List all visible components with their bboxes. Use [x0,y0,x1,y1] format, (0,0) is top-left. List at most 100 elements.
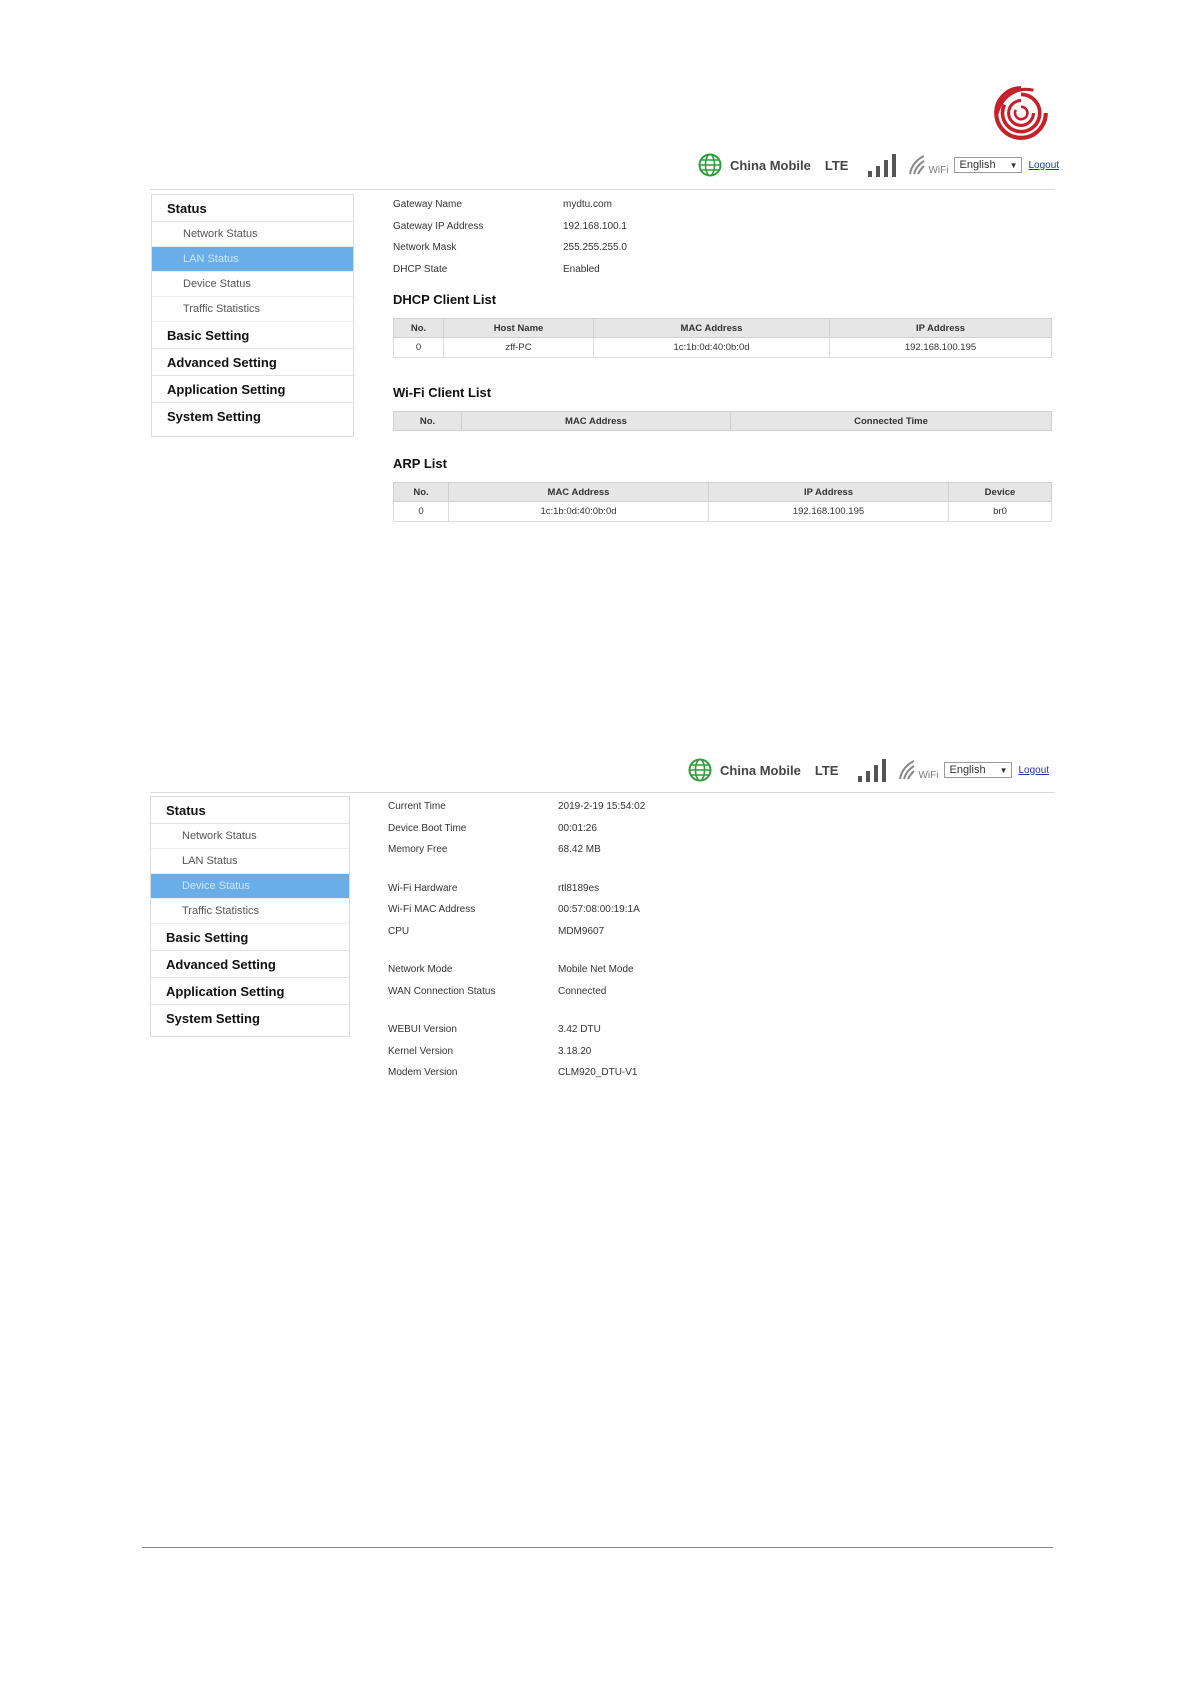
info-label: Wi-Fi MAC Address [388,904,476,916]
chevron-down-icon: ▼ [1009,160,1018,170]
table-cell: zff-PC [443,337,594,358]
sidebar-item-lan-status[interactable]: LAN Status [151,849,349,874]
language-select[interactable]: English ▼ [954,157,1023,173]
globe-icon [698,153,722,177]
column-header: No. [393,318,444,338]
sidebar-item-advanced-setting[interactable]: Advanced Setting [151,951,349,978]
carrier-name: China Mobile [720,762,801,778]
header-divider [150,189,1055,190]
sidebar-item-traffic-statistics[interactable]: Traffic Statistics [152,297,353,322]
info-label: WEBUI Version [388,1024,457,1036]
sidebar-item-system-setting[interactable]: System Setting [152,403,353,430]
sidebar-item-device-status[interactable]: Device Status [151,874,349,899]
column-header: IP Address [829,318,1052,338]
sidebar-menu: Status Network Status LAN Status Device … [150,796,350,1037]
arp-table: No. MAC Address IP Address Device 0 1c:1… [393,482,1052,522]
dhcp-client-table: No. Host Name MAC Address IP Address 0 z… [393,318,1052,358]
wifi-label: WiFi [918,770,939,781]
column-header: MAC Address [461,411,731,431]
info-value: CLM920_DTU-V1 [558,1067,638,1079]
table-cell: 192.168.100.195 [829,337,1052,358]
wifi-client-list-title: Wi-Fi Client List [393,385,492,400]
sidebar-item-status[interactable]: Status [151,797,349,824]
globe-icon [688,758,712,782]
table-header-row: No. MAC Address Connected Time [393,411,1052,431]
lan-info-panel: Gateway Name mydtu.com Gateway IP Address… [393,194,627,280]
sidebar-item-traffic-statistics[interactable]: Traffic Statistics [151,899,349,924]
info-label: Modem Version [388,1067,458,1079]
sidebar-item-status[interactable]: Status [152,195,353,222]
info-label: Device Boot Time [388,822,467,834]
wifi-icon: WiFi [898,759,938,781]
info-value: MDM9607 [558,925,605,937]
info-value: Connected [558,985,607,997]
page-footer-divider [142,1547,1053,1548]
sidebar-item-application-setting[interactable]: Application Setting [151,978,349,1005]
signal-strength-icon [868,154,897,177]
column-header: Connected Time [730,411,1052,431]
info-value: 2019-2-19 15:54:02 [558,801,646,813]
language-value: English [959,159,996,171]
column-header: MAC Address [448,482,709,502]
info-label: WAN Connection Status [388,985,496,997]
network-type: LTE [814,762,839,778]
sidebar-item-advanced-setting[interactable]: Advanced Setting [152,349,353,376]
table-cell: br0 [948,501,1052,522]
info-value: rtl8189es [558,882,600,894]
network-type: LTE [824,157,849,173]
sidebar-item-network-status[interactable]: Network Status [152,222,353,247]
info-value: 255.255.255.0 [563,242,627,254]
language-select[interactable]: English ▼ [944,762,1013,778]
brand-logo-icon [994,86,1048,140]
chevron-down-icon: ▼ [999,765,1008,775]
info-value: 00:57:08:00:19:1A [558,904,640,916]
header-divider [150,792,1055,793]
wifi-client-table: No. MAC Address Connected Time [393,411,1052,431]
table-cell: 192.168.100.195 [708,501,949,522]
info-value: 00:01:26 [558,822,597,834]
info-value: Mobile Net Mode [558,964,634,976]
sidebar-item-system-setting[interactable]: System Setting [151,1005,349,1032]
info-value: mydtu.com [563,199,612,211]
column-header: MAC Address [593,318,830,338]
logout-link[interactable]: Logout [1018,765,1049,776]
info-label: Current Time [388,801,446,813]
sidebar-menu: Status Network Status LAN Status Device … [151,194,354,437]
info-label: Network Mode [388,964,453,976]
sidebar-item-network-status[interactable]: Network Status [151,824,349,849]
table-cell: 0 [393,337,444,358]
sidebar-item-lan-status[interactable]: LAN Status [152,247,353,272]
wifi-label: WiFi [928,165,949,176]
device-info-panel: Current Time 2019-2-19 15:54:02 Device Bo… [388,796,645,1084]
carrier-name: China Mobile [730,157,811,173]
sidebar-item-application-setting[interactable]: Application Setting [152,376,353,403]
table-cell: 0 [393,501,449,522]
info-label: Gateway IP Address [393,220,484,232]
info-value: Enabled [563,263,600,275]
table-header-row: No. MAC Address IP Address Device [393,482,1052,502]
sidebar-item-device-status[interactable]: Device Status [152,272,353,297]
info-label: Memory Free [388,844,448,856]
info-label: Gateway Name [393,199,462,211]
info-label: DHCP State [393,263,448,275]
table-cell: 1c:1b:0d:40:0b:0d [593,337,830,358]
info-value: 68.42 MB [558,844,601,856]
info-label: Kernel Version [388,1045,454,1057]
language-value: English [949,764,986,776]
column-header: Device [948,482,1052,502]
sidebar-item-basic-setting[interactable]: Basic Setting [151,924,349,951]
info-value: 3.42 DTU [558,1024,601,1036]
arp-list-title: ARP List [393,456,447,471]
dhcp-client-list-title: DHCP Client List [393,292,497,307]
column-header: IP Address [708,482,949,502]
info-label: Wi-Fi Hardware [388,882,458,894]
table-header-row: No. Host Name MAC Address IP Address [393,318,1052,338]
status-bar: China Mobile LTE WiFi English ▼ Logout [688,755,1049,785]
logout-link[interactable]: Logout [1028,160,1059,171]
wifi-icon: WiFi [908,154,948,176]
sidebar-item-basic-setting[interactable]: Basic Setting [152,322,353,349]
table-row: 0 zff-PC 1c:1b:0d:40:0b:0d 192.168.100.1… [393,337,1052,358]
status-bar: China Mobile LTE WiFi English ▼ Logout [698,150,1059,180]
column-header: Host Name [443,318,594,338]
info-value: 3.18.20 [558,1045,592,1057]
